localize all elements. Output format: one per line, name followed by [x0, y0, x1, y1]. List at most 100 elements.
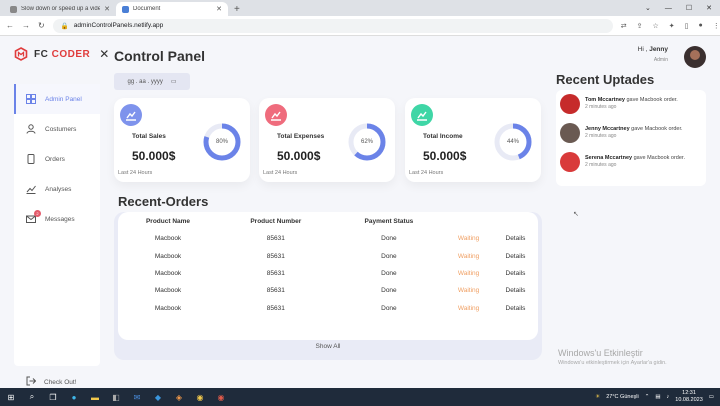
chevron-down-icon[interactable]: ⌄ — [645, 4, 651, 12]
logout-icon — [26, 376, 37, 388]
sidebar-item-label: Messages — [45, 215, 75, 223]
network-icon[interactable]: ▤ — [655, 394, 660, 400]
translate-icon[interactable]: ⇄ — [621, 22, 627, 30]
dashboard-app: FC CODER ✕ Admin Panel Costumers Orders — [0, 36, 720, 388]
order-status-cell: Waiting — [457, 304, 480, 312]
table-header-row: Product Name Product Number Payment Stat… — [118, 212, 538, 230]
vscode-icon[interactable]: ◆ — [153, 392, 163, 402]
details-link[interactable]: Details — [493, 265, 538, 282]
card-label: Total Sales — [132, 133, 166, 140]
extensions-icon[interactable]: ✦ — [669, 22, 675, 30]
maximize-icon[interactable]: ☐ — [686, 4, 692, 12]
clock-date: 10.08.2023 — [675, 397, 703, 403]
date-input[interactable]: gg . aa . yyyy ▭ — [114, 73, 190, 90]
card-total-income: Total Income 50.000$ Last 24 Hours 44% — [405, 98, 541, 182]
details-link[interactable]: Details — [493, 282, 538, 299]
table-row: Macbook 85631 Done Waiting Details — [118, 300, 538, 317]
sidebar-item-orders[interactable]: Orders — [14, 144, 100, 174]
details-link[interactable]: Details — [493, 230, 538, 247]
url-field[interactable]: 🔒 adminControlPanels.netlify.app — [52, 18, 613, 33]
update-text: Serena Mccartney gave Macbook order. 2 m… — [585, 155, 685, 169]
chart-line-icon — [26, 184, 36, 194]
windows-start-icon[interactable]: ⊞ — [6, 392, 16, 402]
order-status-cell: Waiting — [457, 235, 480, 243]
reload-icon[interactable]: ↻ — [38, 21, 45, 30]
avatar — [560, 152, 580, 172]
card-label: Total Income — [423, 133, 463, 140]
tab-close-icon[interactable]: ✕ — [104, 5, 110, 13]
forward-icon[interactable]: → — [22, 21, 30, 30]
list-item: Jenny Mccartney gave Macbook order. 2 mi… — [560, 123, 683, 143]
product-number-cell: 85631 — [266, 235, 285, 243]
orders-table: Product Name Product Number Payment Stat… — [118, 212, 538, 317]
user-icon — [26, 124, 36, 134]
avatar[interactable] — [684, 46, 706, 68]
order-status-cell: Waiting — [457, 287, 480, 295]
update-user: Tom Mccartney — [585, 97, 625, 103]
details-link[interactable]: Details — [493, 247, 538, 264]
chrome-icon[interactable]: ◉ — [195, 392, 205, 402]
table-row: Macbook 85631 Done Waiting Details — [118, 282, 538, 299]
card-label: Total Expenses — [277, 133, 325, 140]
brand-name: FC CODER — [34, 49, 90, 60]
list-item: Serena Mccartney gave Macbook order. 2 m… — [560, 152, 685, 172]
brand-name-main: FC — [34, 48, 52, 60]
mail-app-icon[interactable]: ✉ — [132, 392, 142, 402]
task-view-icon[interactable]: ❐ — [48, 392, 58, 402]
payment-status-cell: Done — [381, 304, 397, 312]
show-all-link[interactable]: Show All — [114, 343, 542, 350]
store-icon[interactable]: ◧ — [111, 392, 121, 402]
volume-icon[interactable]: ♪ — [667, 394, 670, 400]
recent-updates-list: Tom Mccartney gave Macbook order. 2 minu… — [556, 90, 706, 186]
grid-icon — [26, 94, 36, 104]
close-window-icon[interactable]: ✕ — [706, 4, 712, 12]
weather-text[interactable]: 27°C Güneşli — [606, 394, 638, 400]
list-item: Tom Mccartney gave Macbook order. 2 minu… — [560, 94, 678, 114]
checkout-button[interactable]: Check Out! — [26, 376, 77, 388]
chrome-icon[interactable]: ◉ — [216, 392, 226, 402]
logo-icon — [14, 47, 28, 61]
card-percent: 80% — [215, 139, 228, 145]
new-tab-icon[interactable]: + — [234, 4, 240, 15]
card-value: 50.000$ — [423, 149, 467, 163]
sidebar-item-messages[interactable]: 2 Messages — [14, 204, 100, 234]
details-link[interactable]: Details — [493, 300, 538, 317]
product-name-cell: Macbook — [154, 269, 182, 277]
order-status-cell: Waiting — [457, 252, 480, 260]
recent-updates: Recent Uptades Tom Mccartney gave Macboo… — [556, 72, 706, 186]
sidebar-item-analyses[interactable]: Analyses — [14, 174, 100, 204]
menu-icon[interactable]: ⋮ — [713, 22, 720, 30]
messages-badge: 2 — [34, 210, 41, 217]
tray-arrow-icon[interactable]: ⌃ — [645, 394, 650, 400]
column-header — [493, 212, 538, 230]
recent-updates-title: Recent Uptades — [556, 72, 655, 87]
table-row: Macbook 85631 Done Waiting Details — [118, 265, 538, 282]
file-explorer-icon[interactable]: ▬ — [90, 392, 100, 402]
search-icon[interactable]: ⌕ — [27, 392, 37, 402]
sidebar-item-label: Costumers — [45, 125, 77, 133]
sidebar-item-costumers[interactable]: Costumers — [14, 114, 100, 144]
card-footer: Last 24 Hours — [263, 170, 298, 176]
calendar-icon[interactable]: ▭ — [171, 78, 177, 85]
clock[interactable]: 12:31 10.08.2023 — [675, 390, 703, 403]
sidepanel-icon[interactable]: ▯ — [685, 22, 689, 30]
star-icon[interactable]: ☆ — [652, 22, 658, 30]
notifications-icon[interactable]: ▭ — [709, 394, 714, 400]
back-icon[interactable]: ← — [6, 21, 14, 30]
tab-close-icon[interactable]: ✕ — [216, 5, 222, 13]
profile-icon[interactable]: ● — [698, 22, 702, 30]
minimize-icon[interactable]: — — [665, 5, 672, 12]
edge-icon[interactable]: ● — [69, 392, 79, 402]
update-time: 2 minutes ago — [585, 133, 617, 140]
user-info: Hi , Jenny Admin — [632, 46, 668, 63]
column-header: Product Number — [250, 217, 302, 225]
app-icon[interactable]: ◈ — [174, 392, 184, 402]
browser-tab[interactable]: Slow down or speed up a video ✕ — [4, 2, 116, 16]
close-sidebar-icon[interactable]: ✕ — [99, 47, 109, 61]
sidebar-item-admin-panel[interactable]: Admin Panel — [14, 84, 100, 114]
update-action: gave Macbook order. — [629, 126, 683, 132]
share-icon[interactable]: ⇪ — [637, 22, 643, 30]
window-controls: ⌄ — ☐ ✕ — [645, 0, 720, 16]
orders-title: Recent-Orders — [118, 194, 209, 209]
browser-tab-active[interactable]: Document ✕ — [116, 2, 228, 16]
